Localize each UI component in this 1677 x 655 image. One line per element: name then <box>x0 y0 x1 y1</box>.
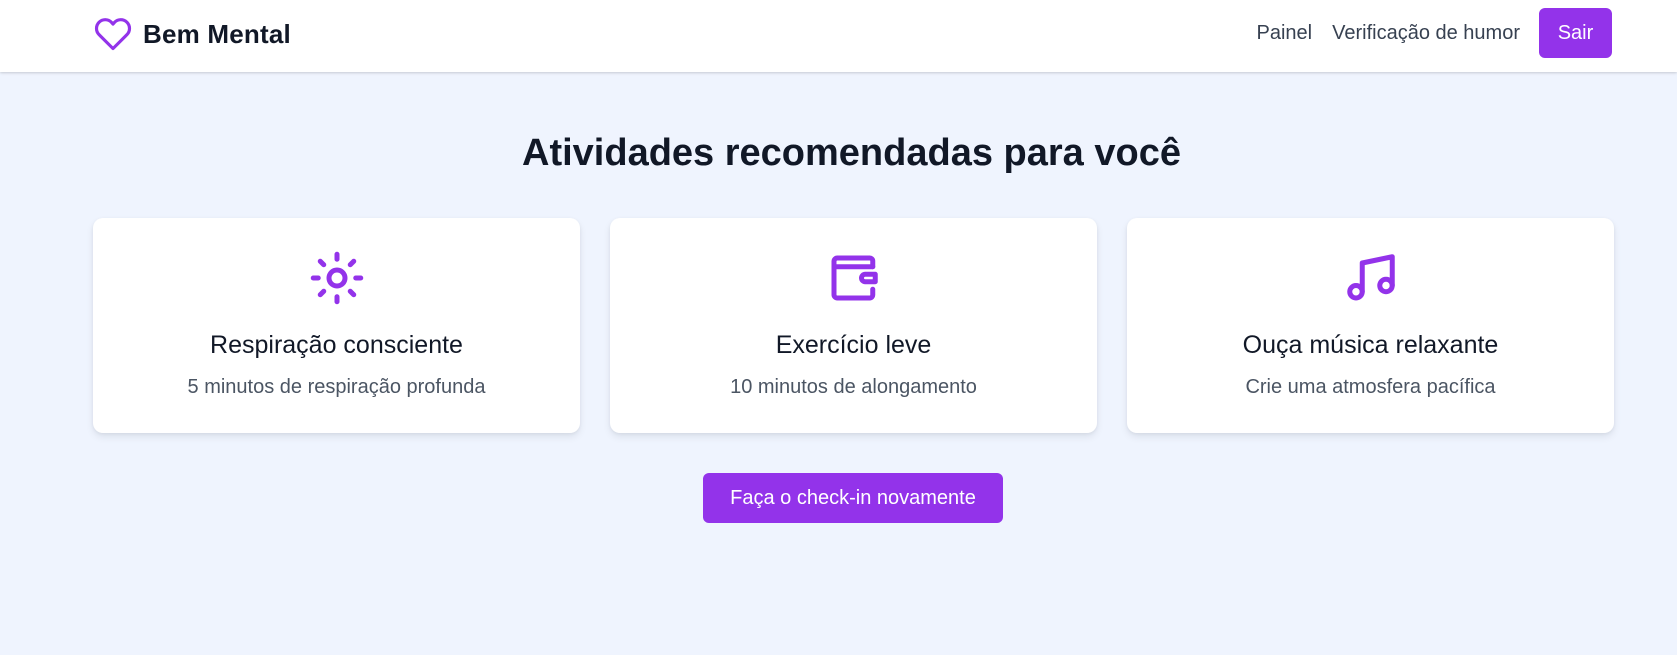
heart-icon <box>94 18 132 51</box>
activity-description: 10 minutos de alongamento <box>730 376 977 398</box>
nav-link-painel[interactable]: Painel <box>1257 22 1313 45</box>
activity-description: 5 minutos de respiração profunda <box>187 376 486 398</box>
brand-logo[interactable]: Bem Mental <box>93 15 291 53</box>
activity-title: Exercício leve <box>775 331 932 359</box>
page-title: Atividades recomendadas para você <box>522 132 1181 174</box>
activity-title: Ouça música relaxante <box>1242 331 1499 359</box>
music-note-icon <box>1346 254 1395 301</box>
activity-title: Respiração consciente <box>210 331 463 359</box>
checkin-again-button[interactable]: Faça o check-in novamente <box>703 473 1003 523</box>
activity-description: Crie uma atmosfera pacífica <box>1245 376 1496 398</box>
wallet-icon <box>831 255 878 301</box>
activity-card-exercise[interactable]: Exercício leve 10 minutos de alongamento <box>610 218 1097 433</box>
logout-button[interactable]: Sair <box>1539 8 1612 58</box>
nav-link-mood-check[interactable]: Verificação de humor <box>1332 22 1520 45</box>
nav-menu: Painel Verificação de humor Sair <box>1257 8 1612 58</box>
navbar: Bem Mental Painel Verificação de humor S… <box>0 0 1677 72</box>
activity-card-breathing[interactable]: Respiração consciente 5 minutos de respi… <box>93 218 580 433</box>
activity-card-music[interactable]: Ouça música relaxante Crie uma atmosfera… <box>1127 218 1614 433</box>
sun-icon <box>310 251 363 305</box>
brand-name: Bem Mental <box>143 18 291 49</box>
